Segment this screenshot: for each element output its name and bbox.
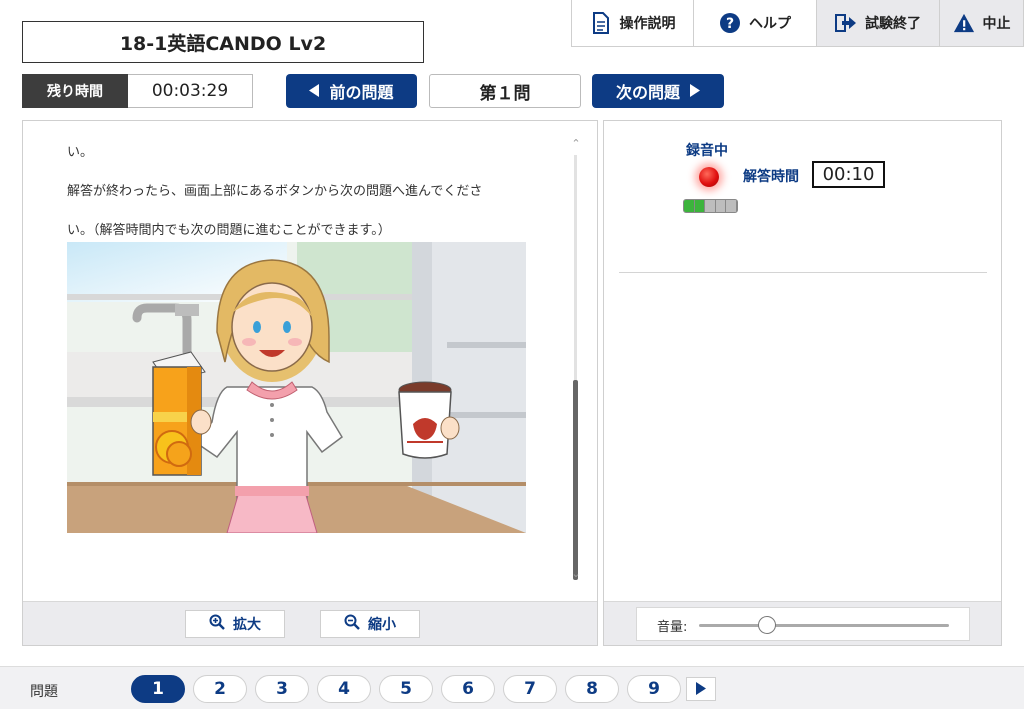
question-bar-label: 問題 — [30, 684, 58, 700]
level-segment — [716, 200, 727, 212]
audio-level-meter — [683, 199, 738, 213]
help-label: ヘルプ — [749, 16, 791, 32]
help-button[interactable]: ? ヘルプ — [694, 0, 817, 47]
answer-time-label: 解答時間 — [743, 169, 799, 185]
recording-status-label: 録音中 — [686, 143, 728, 159]
manual-button[interactable]: 操作説明 — [571, 0, 694, 47]
next-question-button[interactable]: 次の問題 — [592, 74, 724, 108]
prev-question-label: 前の問題 — [329, 83, 394, 102]
question-panel: い。 解答が終わったら、画面上部にあるボタンから次の問題へ進んでくださ い。（解… — [22, 120, 598, 646]
zoom-out-icon — [344, 614, 360, 634]
triangle-right-icon — [696, 680, 706, 699]
level-segment — [726, 200, 737, 212]
instruction-line: い。 — [67, 145, 94, 160]
zoom-out-button[interactable]: 縮小 — [320, 610, 420, 638]
question-icon: ? — [719, 12, 741, 34]
scroll-down-icon[interactable]: ⌄ — [569, 567, 583, 581]
document-icon — [590, 12, 612, 34]
triangle-right-icon — [690, 82, 700, 101]
question-pill-5[interactable]: 5 — [379, 675, 433, 703]
panel-divider — [619, 272, 987, 273]
answer-time-value: 00:10 — [812, 161, 885, 188]
triangle-left-icon — [309, 82, 320, 101]
prev-question-button[interactable]: 前の問題 — [286, 74, 417, 108]
volume-control: 音量: — [636, 607, 970, 641]
question-page-next-button[interactable] — [686, 677, 716, 701]
top-toolbar: 操作説明 ? ヘルプ 試験終了 中止 — [571, 0, 1024, 47]
remaining-time-value: 00:03:29 — [128, 74, 253, 108]
question-pill-2[interactable]: 2 — [193, 675, 247, 703]
exit-icon — [835, 12, 857, 34]
question-pill-1[interactable]: 1 — [131, 675, 185, 703]
zoom-in-label: 拡大 — [233, 617, 261, 633]
question-pill-list: 1 2 3 4 5 6 7 8 9 — [131, 675, 681, 703]
instruction-line: 解答が終わったら、画面上部にあるボタンから次の問題へ進んでくださ — [67, 184, 483, 199]
content-scrollbar[interactable]: ⌃ ⌄ — [569, 135, 583, 585]
question-pill-9[interactable]: 9 — [627, 675, 681, 703]
recording-indicator-icon — [699, 167, 719, 187]
level-segment — [694, 200, 706, 212]
instruction-text: い。 解答が終わったら、画面上部にあるボタンから次の問題へ進んでくださ い。（解… — [67, 133, 537, 250]
question-illustration — [67, 242, 526, 533]
warning-icon — [953, 12, 975, 34]
next-question-label: 次の問題 — [615, 83, 680, 102]
question-pill-4[interactable]: 4 — [317, 675, 371, 703]
manual-label: 操作説明 — [619, 16, 676, 32]
remaining-time-label: 残り時間 — [22, 74, 128, 108]
level-segment — [684, 200, 695, 212]
finish-exam-label: 試験終了 — [865, 16, 921, 32]
zoom-in-button[interactable]: 拡大 — [185, 610, 285, 638]
scroll-up-icon[interactable]: ⌃ — [569, 137, 583, 151]
volume-bar: 音量: — [604, 601, 1001, 645]
zoom-toolbar: 拡大 縮小 — [23, 601, 597, 645]
finish-exam-button[interactable]: 試験終了 — [817, 0, 940, 47]
scroll-thumb[interactable] — [573, 380, 578, 580]
answer-panel: 録音中 解答時間 00:10 音量: — [603, 120, 1002, 646]
zoom-out-label: 縮小 — [368, 617, 396, 633]
question-pill-7[interactable]: 7 — [503, 675, 557, 703]
current-question-number: 第１問 — [429, 74, 581, 108]
volume-slider-track[interactable] — [699, 624, 949, 627]
question-pill-8[interactable]: 8 — [565, 675, 619, 703]
abort-label: 中止 — [982, 16, 1011, 32]
abort-button[interactable]: 中止 — [940, 0, 1024, 47]
question-pill-3[interactable]: 3 — [255, 675, 309, 703]
volume-slider-thumb[interactable] — [757, 616, 776, 634]
volume-label: 音量: — [657, 620, 688, 635]
exam-title: 18-1英語CANDO Lv2 — [22, 21, 424, 63]
svg-text:?: ? — [726, 16, 734, 32]
zoom-in-icon — [209, 614, 225, 634]
level-segment — [705, 200, 716, 212]
question-pill-6[interactable]: 6 — [441, 675, 495, 703]
question-selector-bar: 問題 1 2 3 4 5 6 7 8 9 — [0, 666, 1024, 709]
